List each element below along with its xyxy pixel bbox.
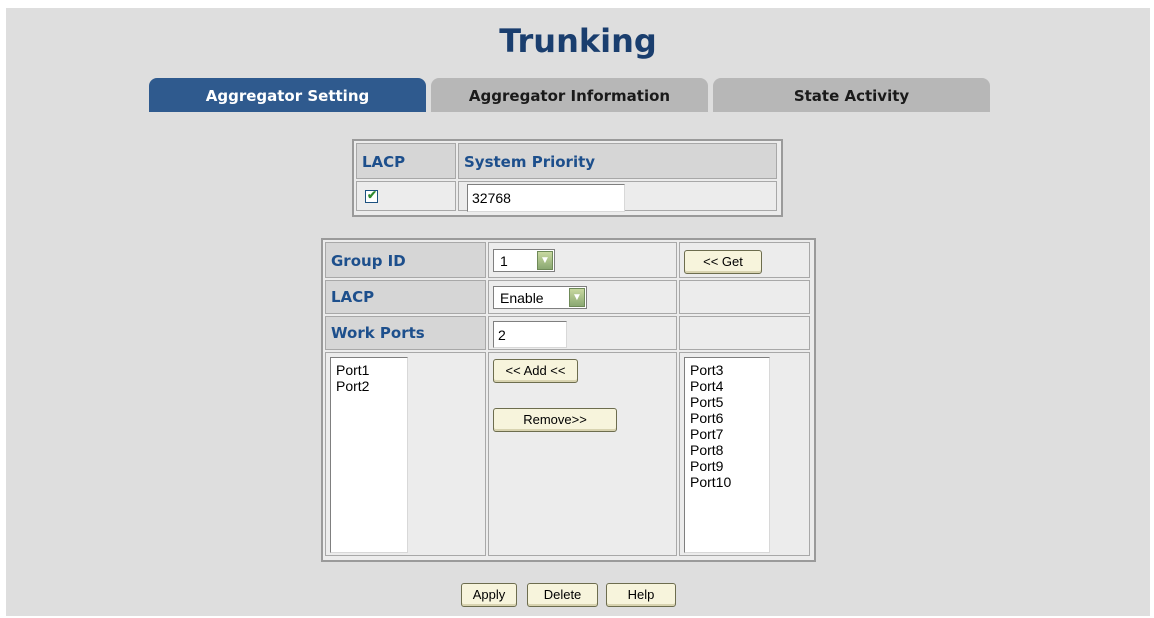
available-ports-list[interactable]: Port3 Port4 Port5 Port6 Port7 Port8 Port9 Port1… bbox=[684, 357, 770, 553]
tab-aggregator-information[interactable]: Aggregator Information bbox=[431, 78, 708, 112]
list-item[interactable]: Port8 bbox=[690, 442, 769, 458]
priority-header: System Priority bbox=[464, 153, 596, 171]
member-ports-list[interactable]: Port1 Port2 bbox=[330, 357, 408, 553]
group-id-label-cell: Group ID bbox=[325, 242, 486, 278]
list-item[interactable]: Port10 bbox=[690, 474, 769, 490]
group-id-value: 1 bbox=[500, 253, 508, 269]
group-id-select-cell: 1 ▼ bbox=[488, 242, 677, 278]
lacp-checkbox[interactable]: ✔ bbox=[365, 188, 378, 203]
lacp-empty-cell bbox=[679, 280, 810, 314]
lacp-header: LACP bbox=[362, 153, 406, 171]
work-ports-input-cell: 2 bbox=[488, 316, 677, 350]
group-table: Group ID 1 ▼ << Get LACP Enable ▼ Work P… bbox=[321, 238, 816, 562]
list-item[interactable]: Port1 bbox=[336, 362, 407, 378]
chevron-down-icon: ▼ bbox=[569, 288, 585, 307]
apply-button[interactable]: Apply bbox=[461, 583, 517, 607]
member-ports-cell: Port1 Port2 bbox=[325, 352, 486, 556]
priority-header-cell: System Priority bbox=[458, 143, 777, 179]
list-item[interactable]: Port4 bbox=[690, 378, 769, 394]
list-item[interactable]: Port9 bbox=[690, 458, 769, 474]
lacp-select-cell: Enable ▼ bbox=[488, 280, 677, 314]
list-item[interactable]: Port2 bbox=[336, 378, 407, 394]
list-item[interactable]: Port5 bbox=[690, 394, 769, 410]
remove-port-button[interactable]: Remove>> bbox=[493, 408, 617, 432]
lacp-checkbox-cell: ✔ bbox=[356, 181, 456, 211]
group-id-select[interactable]: 1 ▼ bbox=[493, 249, 555, 272]
priority-input-cell: 32768 bbox=[458, 181, 777, 212]
work-ports-label-cell: Work Ports bbox=[325, 316, 486, 350]
lacp-mode-value: Enable bbox=[500, 290, 544, 306]
lacp-priority-table: LACP System Priority ✔ 32768 bbox=[352, 139, 783, 217]
lacp-header-cell: LACP bbox=[356, 143, 456, 179]
get-button-cell: << Get bbox=[679, 242, 810, 278]
page-panel: Trunking Aggregator Setting Aggregator I… bbox=[6, 8, 1150, 616]
available-ports-cell: Port3 Port4 Port5 Port6 Port7 Port8 Port9 Port1… bbox=[679, 352, 810, 556]
delete-button[interactable]: Delete bbox=[527, 583, 598, 607]
lacp-label-cell: LACP bbox=[325, 280, 486, 314]
port-action-cell: << Add << Remove>> bbox=[488, 352, 677, 556]
list-item[interactable]: Port6 bbox=[690, 410, 769, 426]
tab-state-activity[interactable]: State Activity bbox=[713, 78, 990, 112]
add-port-button[interactable]: << Add << bbox=[493, 359, 578, 383]
check-icon: ✔ bbox=[367, 188, 378, 202]
lacp-mode-select[interactable]: Enable ▼ bbox=[493, 286, 587, 309]
work-ports-input[interactable]: 2 bbox=[493, 321, 567, 348]
page-title: Trunking bbox=[499, 22, 657, 60]
group-id-label: Group ID bbox=[331, 252, 406, 270]
lacp-mode-label: LACP bbox=[331, 288, 375, 306]
work-ports-empty-cell bbox=[679, 316, 810, 350]
chevron-down-icon: ▼ bbox=[537, 251, 553, 270]
work-ports-label: Work Ports bbox=[331, 324, 425, 342]
system-priority-input[interactable]: 32768 bbox=[467, 184, 625, 212]
list-item[interactable]: Port3 bbox=[690, 362, 769, 378]
get-button[interactable]: << Get bbox=[684, 250, 762, 274]
tab-aggregator-setting[interactable]: Aggregator Setting bbox=[149, 78, 426, 112]
list-item[interactable]: Port7 bbox=[690, 426, 769, 442]
help-button[interactable]: Help bbox=[606, 583, 676, 607]
